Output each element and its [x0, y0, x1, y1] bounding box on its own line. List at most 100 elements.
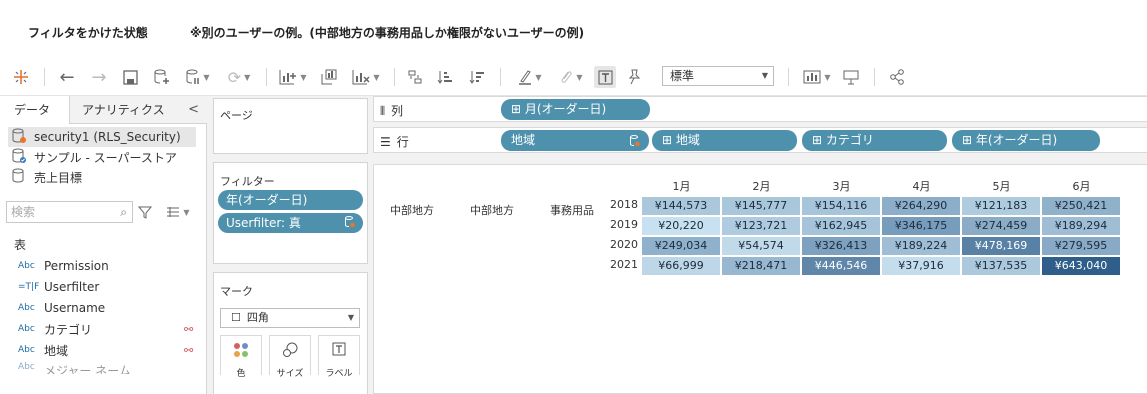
field-region[interactable]: Abc 地域 ⚯	[18, 340, 193, 360]
heatmap-cell[interactable]: ¥162,945	[802, 217, 880, 235]
row-header-category[interactable]: 事務用品	[550, 202, 594, 218]
heatmap-cell[interactable]: ¥264,290	[882, 197, 960, 215]
field-category[interactable]: Abc カテゴリ ⚯	[18, 319, 193, 339]
column-pill-month[interactable]: ⊞ 月(オーダー日)	[501, 99, 650, 120]
column-header-month[interactable]: 4月	[882, 178, 961, 194]
filter-fields-icon[interactable]	[136, 201, 154, 223]
back-icon[interactable]: ←	[56, 66, 78, 88]
heatmap-cell[interactable]: ¥145,777	[722, 197, 800, 215]
heatmap-cell[interactable]: ¥274,459	[962, 217, 1040, 235]
heatmap-cell[interactable]: ¥218,471	[722, 257, 800, 275]
color-label: 色	[236, 369, 246, 379]
new-datasource-icon[interactable]	[152, 66, 172, 88]
heatmap-cell[interactable]: ¥137,535	[962, 257, 1040, 275]
row-pill-region[interactable]: ⊞ 地域	[652, 130, 797, 151]
size-label: サイズ	[276, 369, 304, 379]
field-permission[interactable]: Abc Permission	[18, 256, 109, 276]
row-header-year[interactable]: 2021	[596, 258, 638, 271]
heatmap-cell[interactable]: ¥121,183	[962, 197, 1040, 215]
heatmap-cell[interactable]: ¥446,546	[802, 257, 880, 275]
heatmap-cell[interactable]: ¥249,034	[642, 237, 720, 255]
toolbar-separator	[500, 68, 501, 86]
column-header-month[interactable]: 3月	[802, 178, 881, 194]
search-input[interactable]: 検索 ⌕	[6, 201, 133, 223]
filters-shelf[interactable]: フィルター 年(オーダー日) Userfilter: 真	[213, 162, 368, 264]
row-pill-label: カテゴリ	[825, 133, 874, 147]
datasource-security1[interactable]: security1 (RLS_Security)	[8, 127, 196, 147]
field-measure-names[interactable]: Abc メジャー ネーム	[18, 362, 131, 374]
tableau-logo-icon[interactable]	[10, 66, 32, 88]
new-worksheet-icon[interactable]: ▼	[276, 66, 310, 88]
highlight-icon[interactable]: ▼	[512, 66, 548, 88]
text-label-icon[interactable]	[594, 66, 616, 88]
refresh-icon[interactable]: ⟳ ▼	[220, 66, 258, 88]
column-header-month[interactable]: 5月	[962, 178, 1041, 194]
row-header-year[interactable]: 2018	[596, 198, 638, 211]
crosstab-view[interactable]: 中部地方 中部地方 事務用品 1月 2月 3月 4月 5月 6月 2018 20…	[373, 164, 1147, 394]
collapse-pane-icon[interactable]: <	[188, 96, 199, 124]
group-icon[interactable]: ▼	[554, 66, 588, 88]
heatmap-cell[interactable]: ¥346,175	[882, 217, 960, 235]
worksheet-area: ⫴ 列 ⊞ 月(オーダー日) ☰ 行 地域 ⊞ 地域 ⊞ カテゴリ ⊞ 年(オーダー…	[373, 96, 1147, 394]
filter-pill-label: 年(オーダー日)	[226, 193, 308, 207]
swap-icon[interactable]	[404, 66, 426, 88]
font-size-select[interactable]: 標準 ▼	[662, 66, 774, 86]
filter-pill-year[interactable]: 年(オーダー日)	[218, 190, 363, 210]
sort-desc-icon[interactable]	[466, 66, 488, 88]
heatmap-cell[interactable]: ¥66,999	[642, 257, 720, 275]
heatmap-cell[interactable]: ¥20,220	[642, 217, 720, 235]
tab-analytics[interactable]: アナリティクス <	[70, 96, 207, 124]
row-header-year[interactable]: 2019	[596, 218, 638, 231]
duplicate-icon[interactable]	[318, 66, 340, 88]
heatmap-cell[interactable]: ¥189,224	[882, 237, 960, 255]
column-header-month[interactable]: 6月	[1042, 178, 1121, 194]
row-pill-region-secured[interactable]: 地域	[501, 130, 649, 151]
heatmap-cell[interactable]: ¥250,421	[1042, 197, 1120, 215]
clear-sheet-icon[interactable]: ▼	[348, 66, 384, 88]
label-mark-button[interactable]: ラベル	[318, 335, 360, 379]
pause-updates-icon[interactable]: ▼	[184, 66, 212, 88]
view-options-icon[interactable]: ▼	[160, 201, 196, 223]
heatmap-cell[interactable]: ¥478,169	[962, 237, 1040, 255]
heatmap-cell[interactable]: ¥37,916	[882, 257, 960, 275]
tab-data[interactable]: データ	[0, 96, 70, 124]
heatmap-cell[interactable]: ¥54,574	[722, 237, 800, 255]
row-pill-category[interactable]: ⊞ カテゴリ	[802, 130, 947, 151]
heatmap-cell[interactable]: ¥326,413	[802, 237, 880, 255]
datasource-secured-icon	[12, 128, 28, 147]
field-userfilter[interactable]: =T|F Userfilter	[18, 277, 99, 297]
heatmap-cell[interactable]: ¥279,595	[1042, 237, 1120, 255]
color-mark-button[interactable]: 色	[220, 335, 262, 379]
column-header-month[interactable]: 2月	[722, 178, 801, 194]
heatmap-cell[interactable]: ¥123,721	[722, 217, 800, 235]
save-icon[interactable]	[120, 66, 140, 88]
column-header-month[interactable]: 1月	[642, 178, 721, 194]
row-header-region[interactable]: 中部地方	[390, 202, 434, 218]
presentation-icon[interactable]	[840, 66, 862, 88]
pin-icon[interactable]	[624, 66, 644, 88]
rows-shelf[interactable]: ☰ 行 地域 ⊞ 地域 ⊞ カテゴリ ⊞ 年(オーダー日)	[373, 127, 1147, 153]
sort-asc-icon[interactable]	[434, 66, 456, 88]
forward-icon[interactable]: →	[88, 66, 110, 88]
field-username[interactable]: Abc Username	[18, 298, 105, 318]
heatmap-cell[interactable]: ¥154,116	[802, 197, 880, 215]
columns-shelf[interactable]: ⫴ 列 ⊞ 月(オーダー日)	[373, 96, 1147, 122]
row-header-year[interactable]: 2020	[596, 238, 638, 251]
heatmap-cell[interactable]: ¥643,040	[1042, 257, 1120, 275]
caption-other-user-note: ※別のユーザーの例。(中部地方の事務用品しか権限がないユーザーの例)	[190, 26, 585, 40]
datasource-sales-target[interactable]: 売上目標	[12, 167, 82, 187]
mark-type-select[interactable]: ☐ 四角 ▼	[220, 308, 360, 328]
square-mark-icon: ☐	[231, 311, 241, 324]
caption-filtered-state: フィルタをかけた状態	[28, 26, 148, 40]
pages-shelf[interactable]: ページ	[213, 98, 368, 154]
size-mark-button[interactable]: サイズ	[269, 335, 311, 379]
datasource-superstore[interactable]: サンプル - スーパーストア	[12, 147, 177, 167]
heatmap-cell[interactable]: ¥144,573	[642, 197, 720, 215]
filter-pill-userfilter[interactable]: Userfilter: 真	[218, 213, 363, 233]
show-cards-icon[interactable]: ▼	[800, 66, 834, 88]
heatmap-cell[interactable]: ¥189,294	[1042, 217, 1120, 235]
share-icon[interactable]	[886, 66, 908, 88]
toolbar-separator	[788, 68, 789, 86]
row-pill-year[interactable]: ⊞ 年(オーダー日)	[952, 130, 1100, 151]
row-header-region[interactable]: 中部地方	[470, 202, 514, 218]
